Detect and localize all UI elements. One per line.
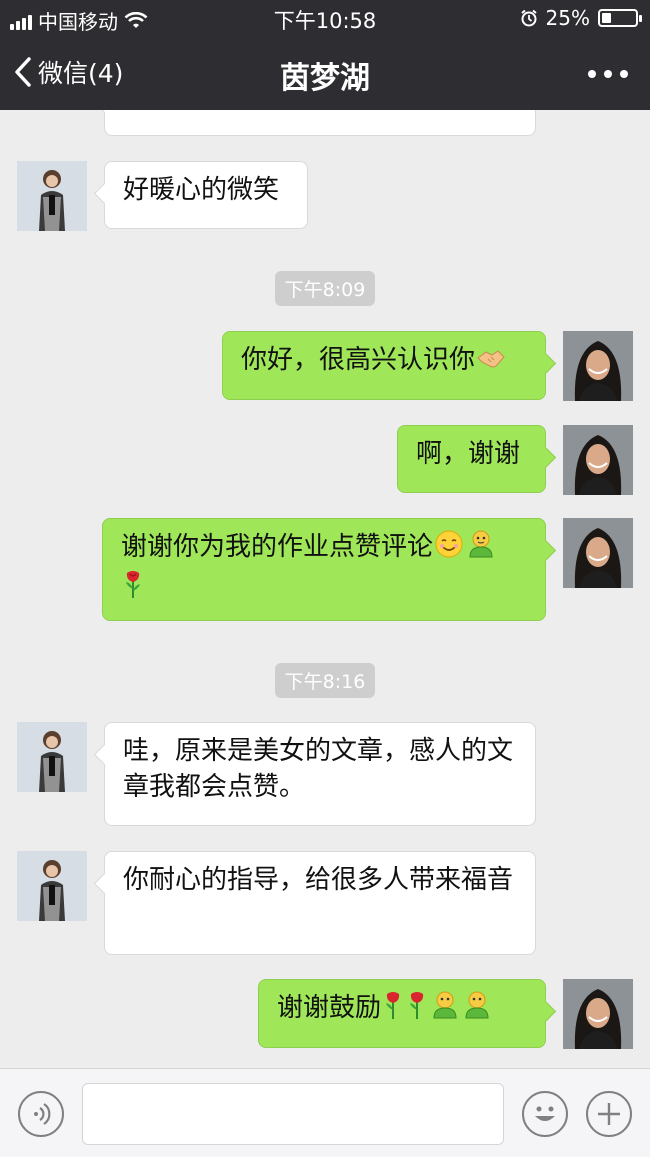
message-bubble-outgoing: 谢谢鼓励 <box>258 979 546 1048</box>
smile-emoji <box>434 529 464 569</box>
input-toolbar <box>0 1068 650 1157</box>
message-text: 好暖心的微笑 <box>123 175 280 205</box>
avatar-self[interactable] <box>563 518 633 588</box>
emoji-face-icon <box>535 1106 555 1121</box>
message-text: 谢谢鼓励 <box>277 993 382 1023</box>
avatar-contact[interactable] <box>17 851 87 921</box>
avatar-self[interactable] <box>563 979 633 1049</box>
timestamp-divider: 下午8:09 <box>0 271 650 306</box>
chat-area[interactable]: 好暖心的微笑 下午8:09 你好，很高兴认识你 啊，谢谢 谢谢你为我的作业点赞评… <box>0 110 650 1068</box>
message-input[interactable] <box>82 1083 504 1145</box>
message-bubble-outgoing: 啊，谢谢 <box>397 425 546 493</box>
timestamp-divider: 下午8:16 <box>0 663 650 698</box>
avatar-self[interactable] <box>563 331 633 401</box>
message-text: 你好，很高兴认识你 <box>241 345 476 375</box>
message-bubble-outgoing: 你好，很高兴认识你 <box>222 331 546 400</box>
timestamp-text: 下午8:16 <box>274 663 376 698</box>
battery-percent: 25% <box>545 6 590 30</box>
nav-bar: 微信(4) 茵梦湖 <box>0 36 650 110</box>
green-figure-emoji <box>466 529 496 569</box>
plus-icon <box>598 1103 620 1125</box>
emoji-button[interactable] <box>522 1091 568 1137</box>
message-text: 你耐心的指导，给很多人带来福音 <box>123 865 514 895</box>
avatar-self[interactable] <box>563 425 633 495</box>
timestamp-text: 下午8:09 <box>274 271 376 306</box>
handshake-emoji <box>476 346 506 382</box>
message-bubble-incoming: 哇，原来是美女的文章，感人的文章我都会点赞。 <box>104 722 536 826</box>
green-figure-emoji <box>462 990 492 1030</box>
rose-emoji <box>122 569 144 609</box>
message-bubble-incoming: 好暖心的微笑 <box>104 161 308 229</box>
avatar-contact[interactable] <box>17 161 87 231</box>
message-bubble-incoming: 你耐心的指导，给很多人带来福音 <box>104 851 536 955</box>
voice-icon <box>34 1103 51 1125</box>
message-text: 啊，谢谢 <box>416 439 521 469</box>
message-text: 谢谢你为我的作业点赞评论 <box>121 532 434 562</box>
status-bar: 中国移动 下午10:58 25% <box>0 0 650 36</box>
message-bubble-outgoing: 谢谢你为我的作业点赞评论 <box>102 518 546 621</box>
rose-emoji <box>382 990 404 1030</box>
green-figure-emoji <box>430 990 460 1030</box>
avatar-contact[interactable] <box>17 722 87 792</box>
more-icon[interactable] <box>588 70 628 78</box>
alarm-icon <box>520 9 537 27</box>
message-text: 哇，原来是美女的文章，感人的文章我都会点赞。 <box>123 736 514 802</box>
plus-button[interactable] <box>586 1091 632 1137</box>
chat-title: 茵梦湖 <box>280 61 370 96</box>
battery-icon <box>598 9 642 27</box>
rose-emoji <box>406 990 428 1030</box>
message-bubble-incoming <box>104 110 536 136</box>
voice-button[interactable] <box>18 1091 64 1137</box>
